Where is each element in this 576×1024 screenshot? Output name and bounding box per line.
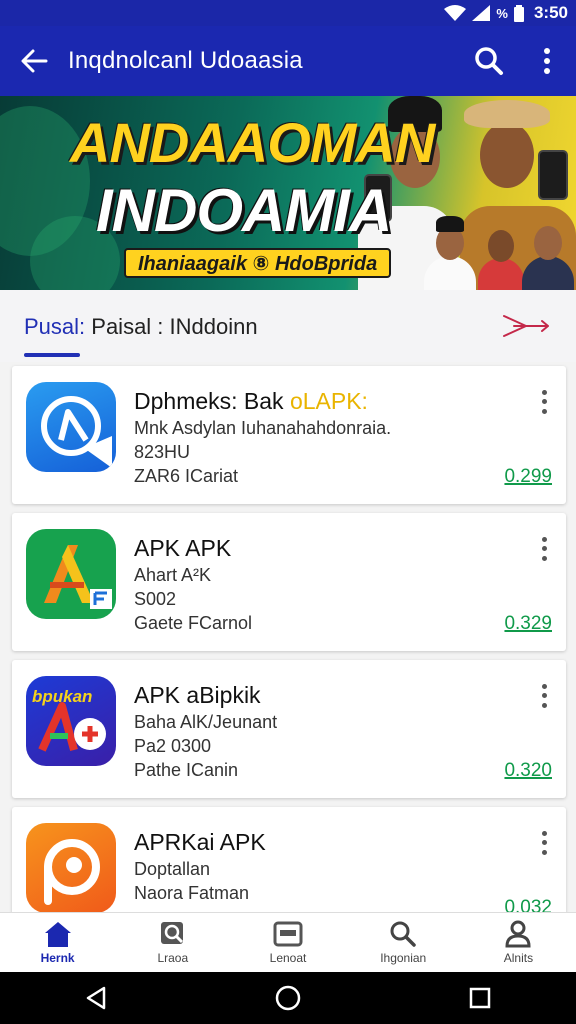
- card-more-icon[interactable]: [536, 388, 552, 416]
- banner-person-small-3: [520, 218, 576, 290]
- search-button[interactable]: [460, 26, 518, 96]
- back-button[interactable]: [0, 26, 68, 96]
- app-icon: [26, 529, 116, 619]
- banner-title-line2: INDOAMIA: [96, 177, 392, 244]
- app-description: Ahart A²K: [134, 565, 212, 585]
- system-nav-bar: [0, 972, 576, 1024]
- wifi-icon: [444, 5, 467, 21]
- app-category: ZAR6 ICariat: [134, 466, 239, 486]
- triangle-back-icon: [86, 986, 106, 1010]
- app-size: 823HU: [134, 442, 191, 462]
- section-title-rest: Paisal : INddoinn: [85, 314, 258, 339]
- nav-label: Lraoa: [157, 951, 189, 965]
- battery-text: %: [496, 5, 508, 21]
- nav-label: Lenoat: [269, 951, 307, 965]
- app-size: S002: [134, 589, 177, 609]
- app-card[interactable]: Dphmeks: Bak oLAPK: Mnk Asdylan Iuhanaha…: [12, 366, 566, 504]
- nav-label: Hernk: [40, 951, 75, 965]
- signal-icon: [472, 5, 491, 21]
- see-all-arrow-icon[interactable]: [502, 312, 552, 340]
- app-name: APK APK: [134, 535, 232, 561]
- app-card[interactable]: APK APK Ahart A²K S002 Gaete FCarnol 0.3…: [12, 513, 566, 651]
- section-header: Pusal: Paisal : INddoinn: [0, 290, 576, 362]
- home-icon: [44, 922, 71, 947]
- app-icon: [26, 823, 116, 913]
- app-category: Pathe ICanin: [134, 760, 239, 780]
- app-price[interactable]: 0.329: [504, 613, 552, 635]
- profile-icon: [505, 920, 531, 948]
- nav-item-3[interactable]: Lenoat: [230, 913, 345, 972]
- app-price[interactable]: 0.320: [504, 760, 552, 782]
- search-icon: [390, 921, 416, 947]
- card-more-icon[interactable]: [536, 829, 552, 857]
- system-back-button[interactable]: [66, 972, 126, 1024]
- system-recents-button[interactable]: [450, 972, 510, 1024]
- nav-item-5[interactable]: Alnits: [461, 913, 576, 972]
- card-more-icon[interactable]: [536, 682, 552, 710]
- app-name: Dphmeks: Bak oLAPK:: [134, 388, 368, 414]
- circle-home-icon: [275, 985, 301, 1011]
- status-icons: %: [444, 4, 524, 22]
- app-bar-title: Inqdnolcanl Udoaasia: [68, 47, 303, 74]
- section-tab-indicator: [24, 353, 80, 357]
- bottom-nav: Hernk Lraoa Lenoat Ihgonian Alnits: [0, 912, 576, 972]
- clock: 3:50: [533, 3, 568, 22]
- nav-label: Ihgonian: [380, 951, 427, 965]
- system-home-button[interactable]: [258, 972, 318, 1024]
- section-title: Pusal: Paisal : INddoinn: [24, 314, 258, 340]
- app-size: Pa2 0300: [134, 736, 212, 756]
- app-card[interactable]: bpukan APK aBipkik Baha AlK/Jeunant Pa2 …: [12, 660, 566, 798]
- app-price[interactable]: 0.299: [504, 466, 552, 488]
- status-bar: % 3:50: [0, 0, 576, 26]
- promo-banner[interactable]: ANDAAOMAN INDOAMIA Ihaniaagaik ⑧ HdoBpri…: [0, 96, 576, 290]
- banner-title-line1: ANDAAOMAN: [70, 111, 435, 174]
- app-name: APRKai APK: [134, 829, 266, 855]
- app-description: Doptallan: [134, 859, 211, 879]
- square-recents-icon: [469, 987, 491, 1009]
- back-arrow-icon: [21, 49, 48, 73]
- app-icon: [26, 382, 116, 472]
- banner-person-small-1: [420, 216, 480, 290]
- app-description: Mnk Asdylan Iuhanahahdonraia.: [134, 418, 392, 438]
- battery-icon: [513, 4, 524, 22]
- nav-item-2[interactable]: Lraoa: [115, 913, 230, 972]
- more-vert-icon: [544, 48, 550, 74]
- nav-item-4[interactable]: Ihgonian: [346, 913, 461, 972]
- nav-label: Alnits: [503, 951, 534, 965]
- app-bar: Inqdnolcanl Udoaasia: [0, 26, 576, 96]
- banner-pill: Ihaniaagaik ⑧ HdoBprida: [124, 248, 392, 278]
- nav-item-home[interactable]: Hernk: [0, 913, 115, 972]
- more-options-button[interactable]: [518, 26, 576, 96]
- app-icon: bpukan: [26, 676, 116, 766]
- search-person-icon: [160, 922, 183, 944]
- app-size: Naora Fatman: [134, 883, 250, 903]
- section-title-accent: Pusal:: [24, 314, 86, 339]
- app-name-highlight: oLAPK:: [289, 388, 368, 414]
- card-more-icon[interactable]: [536, 535, 552, 563]
- banner-person-small-2: [476, 220, 526, 290]
- app-name: APK aBipkik: [134, 682, 261, 708]
- app-description: Baha AlK/Jeunant: [134, 712, 278, 732]
- card-icon: [273, 921, 303, 947]
- search-icon: [475, 47, 503, 75]
- app-category: Gaete FCarnol: [134, 613, 253, 633]
